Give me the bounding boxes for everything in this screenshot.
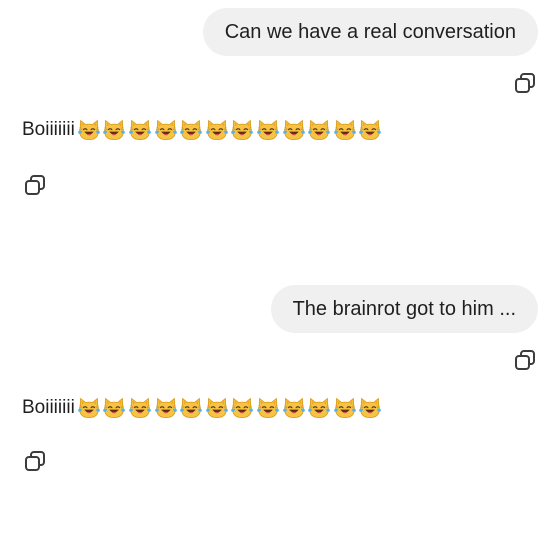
assistant-message: Boiiiiiii	[22, 118, 384, 142]
cat-with-tears-of-joy-icon	[282, 118, 306, 142]
chat-thread: Can we have a real conversation Boiiiiii…	[0, 0, 560, 560]
cat-with-tears-of-joy-icon	[102, 396, 126, 420]
cat-with-tears-of-joy-icon	[256, 396, 280, 420]
cat-with-tears-of-joy-icon	[179, 118, 203, 142]
cat-with-tears-of-joy-icon	[77, 118, 101, 142]
copy-icon	[23, 173, 47, 197]
copy-user-message-button[interactable]	[512, 70, 538, 96]
cat-with-tears-of-joy-icon	[179, 396, 203, 420]
emoji-row	[77, 396, 384, 420]
cat-with-tears-of-joy-icon	[205, 118, 229, 142]
cat-with-tears-of-joy-icon	[77, 396, 101, 420]
cat-with-tears-of-joy-icon	[307, 396, 331, 420]
cat-with-tears-of-joy-icon	[205, 396, 229, 420]
cat-with-tears-of-joy-icon	[333, 118, 357, 142]
copy-assistant-message-button[interactable]	[22, 448, 48, 474]
cat-with-tears-of-joy-icon	[307, 118, 331, 142]
cat-with-tears-of-joy-icon	[333, 396, 357, 420]
cat-with-tears-of-joy-icon	[154, 396, 178, 420]
user-message-bubble: Can we have a real conversation	[202, 8, 538, 56]
cat-with-tears-of-joy-icon	[282, 396, 306, 420]
cat-with-tears-of-joy-icon	[128, 396, 152, 420]
assistant-message: Boiiiiiii	[22, 396, 384, 420]
cat-with-tears-of-joy-icon	[230, 118, 254, 142]
cat-with-tears-of-joy-icon	[358, 396, 382, 420]
assistant-message-text: Boiiiiiii	[22, 397, 75, 418]
assistant-message-text: Boiiiiiii	[22, 119, 75, 140]
copy-assistant-message-button[interactable]	[22, 172, 48, 198]
copy-user-message-button[interactable]	[512, 347, 538, 373]
copy-icon	[513, 348, 537, 372]
user-message-text: The brainrot got to him ...	[292, 297, 516, 320]
copy-icon	[23, 449, 47, 473]
cat-with-tears-of-joy-icon	[230, 396, 254, 420]
copy-icon	[513, 71, 537, 95]
cat-with-tears-of-joy-icon	[358, 118, 382, 142]
cat-with-tears-of-joy-icon	[128, 118, 152, 142]
cat-with-tears-of-joy-icon	[154, 118, 178, 142]
cat-with-tears-of-joy-icon	[256, 118, 280, 142]
user-message-bubble: The brainrot got to him ...	[270, 285, 538, 333]
emoji-row	[77, 118, 384, 142]
user-message-text: Can we have a real conversation	[224, 20, 516, 43]
cat-with-tears-of-joy-icon	[102, 118, 126, 142]
